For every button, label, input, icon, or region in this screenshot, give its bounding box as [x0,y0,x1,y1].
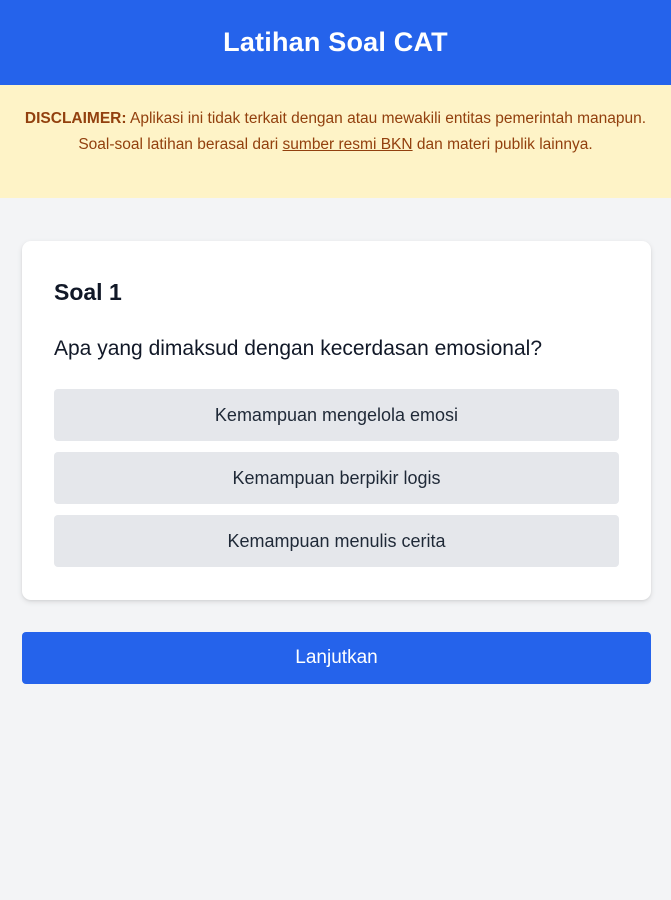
disclaimer-banner: DISCLAIMER: Aplikasi ini tidak terkait d… [0,85,671,198]
question-text: Apa yang dimaksud dengan kecerdasan emos… [54,337,542,360]
answer-option-3[interactable]: Kemampuan menulis cerita [54,515,619,567]
question-card: Soal 1 Apa yang dimaksud dengan kecerdas… [22,241,651,600]
bkn-source-link[interactable]: sumber resmi BKN [283,136,413,153]
answer-options: Kemampuan mengelola emosi Kemampuan berp… [54,389,619,578]
disclaimer-text-end: dan materi publik lainnya. [412,136,593,153]
app-title: Latihan Soal CAT [223,27,448,57]
question-number: Soal 1 [54,279,122,305]
answer-option-2[interactable]: Kemampuan berpikir logis [54,452,619,504]
next-button[interactable]: Lanjutkan [22,632,651,684]
disclaimer-label: DISCLAIMER: [24,110,127,127]
app-header: Latihan Soal CAT [0,0,671,85]
answer-option-1[interactable]: Kemampuan mengelola emosi [54,389,619,441]
